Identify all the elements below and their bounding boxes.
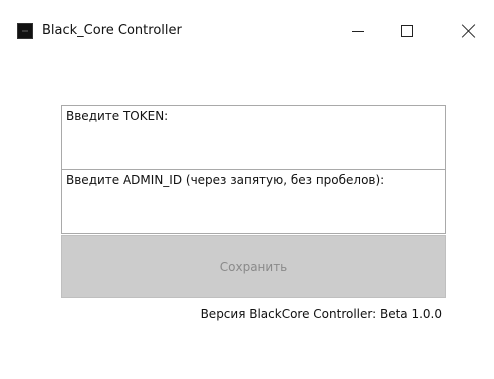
version-label: Версия BlackCore Controller: Beta 1.0.0 [200,307,442,321]
close-icon [462,24,476,38]
save-button[interactable]: Сохранить [61,235,446,298]
app-window: Black_Core Controller Введите TOKEN: Вве… [0,0,494,379]
app-icon [17,23,33,39]
minimize-button[interactable] [335,12,381,50]
admin-id-label: Введите ADMIN_ID (через запятую, без про… [66,173,385,187]
maximize-button[interactable] [384,12,430,50]
maximize-icon [401,25,413,37]
admin-id-field[interactable]: Введите ADMIN_ID (через запятую, без про… [61,169,446,234]
token-input[interactable] [66,128,441,164]
admin-id-input[interactable] [66,192,441,228]
token-label: Введите TOKEN: [66,109,169,123]
close-button[interactable] [446,12,492,50]
token-field[interactable]: Введите TOKEN: [61,105,446,170]
title-bar[interactable]: Black_Core Controller [0,0,494,62]
window-title: Black_Core Controller [42,23,182,38]
minimize-icon [352,30,364,32]
